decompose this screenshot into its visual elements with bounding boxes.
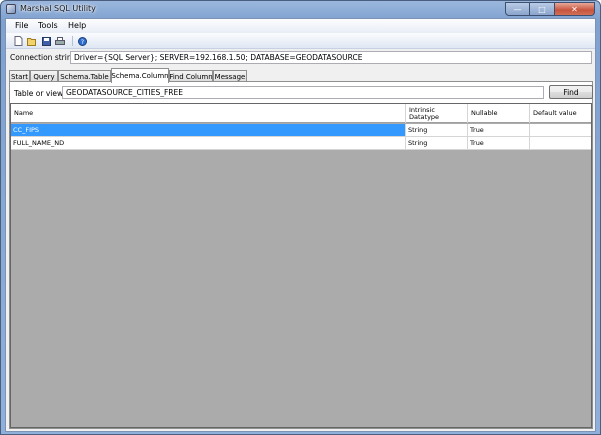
maximize-button[interactable]: □ [530, 2, 555, 16]
column-header-name[interactable]: Name [11, 104, 406, 123]
new-file-icon[interactable] [13, 36, 23, 46]
cell-name[interactable]: FULL_NAME_ND [11, 137, 406, 149]
cell-nullable[interactable]: True [468, 137, 530, 149]
table-or-view-input[interactable] [62, 86, 544, 99]
cell-nullable[interactable]: True [468, 124, 530, 136]
save-icon[interactable] [41, 36, 51, 46]
column-header-nullable[interactable]: Nullable [468, 104, 530, 123]
table-row[interactable]: CC_FIPS String True [11, 124, 591, 137]
menu-bar: File Tools Help [6, 19, 595, 33]
minimize-icon: — [513, 4, 522, 14]
toolbar-separator [72, 36, 73, 46]
column-header-datatype[interactable]: Intrinsic Datatype [406, 104, 468, 123]
menu-file[interactable]: File [15, 21, 28, 30]
tab-schema-column[interactable]: Schema.Column [111, 68, 169, 83]
help-icon[interactable]: ? [77, 36, 87, 46]
minimize-button[interactable]: — [505, 2, 530, 16]
maximize-icon: □ [538, 4, 546, 14]
close-button[interactable]: ✕ [555, 2, 595, 16]
cell-datatype[interactable]: String [406, 124, 468, 136]
cell-default[interactable] [530, 124, 591, 136]
find-button[interactable]: Find [549, 85, 593, 99]
app-icon[interactable] [6, 4, 16, 14]
schema-column-panel: Table or view: Find Name Intrinsic Datat… [9, 81, 593, 429]
cell-datatype[interactable]: String [406, 137, 468, 149]
client-area: File Tools Help ? Connection string: Dri… [5, 18, 596, 432]
svg-text:?: ? [80, 39, 83, 46]
table-row[interactable]: FULL_NAME_ND String True [11, 137, 591, 150]
columns-grid[interactable]: Name Intrinsic Datatype Nullable Default… [10, 103, 592, 428]
cell-name[interactable]: CC_FIPS [11, 124, 406, 136]
column-header-default[interactable]: Default value [530, 104, 591, 123]
connection-string-label: Connection string: [10, 53, 79, 62]
menu-tools[interactable]: Tools [38, 21, 58, 30]
open-folder-icon[interactable] [27, 36, 37, 46]
grid-header: Name Intrinsic Datatype Nullable Default… [11, 104, 591, 123]
status-bar [6, 430, 595, 432]
table-or-view-label: Table or view: [14, 89, 66, 98]
toolbar: ? [6, 33, 595, 49]
cell-default[interactable] [530, 137, 591, 149]
app-window: Marshal SQL Utility — □ ✕ File Tools Hel… [0, 0, 601, 435]
close-icon: ✕ [571, 4, 578, 14]
connection-string-input[interactable] [70, 51, 592, 64]
title-bar[interactable]: Marshal SQL Utility — □ ✕ [1, 1, 600, 18]
print-icon[interactable] [55, 36, 65, 46]
menu-help[interactable]: Help [68, 21, 86, 30]
window-title: Marshal SQL Utility [20, 4, 96, 13]
